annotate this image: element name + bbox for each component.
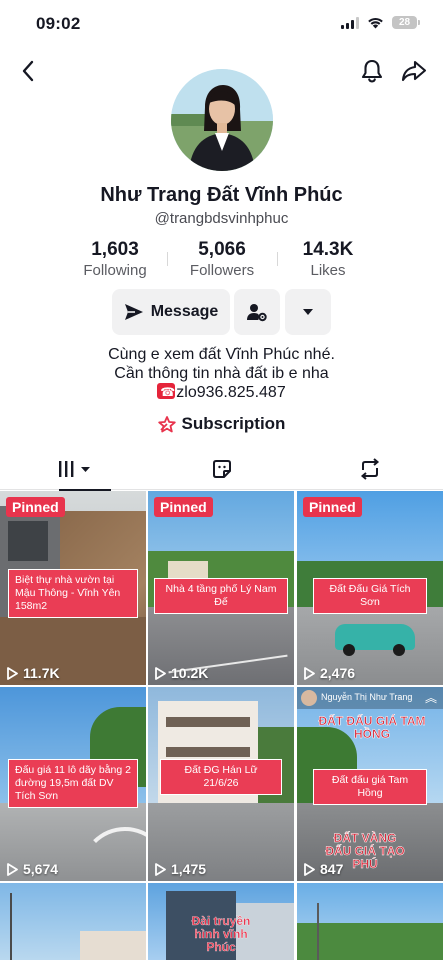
video-tile[interactable] [0, 883, 146, 960]
view-count-value: 2,476 [320, 665, 356, 681]
view-count: 847 [304, 861, 343, 877]
liked-icon [212, 460, 231, 478]
view-count-value: 1,475 [171, 861, 207, 877]
battery-icon: 28 [392, 16, 420, 29]
message-button-label: Message [150, 303, 219, 320]
subscription-star-icon [157, 415, 176, 432]
back-button[interactable] [12, 55, 44, 87]
creator-tag-bar: Nguyễn Thị Như Trang ︽ [297, 687, 443, 709]
view-count: 5,674 [7, 861, 58, 877]
chevron-up-icon: ︽ [424, 691, 437, 705]
video-caption: Đất đấu giá Tam Hồng [313, 769, 427, 805]
share-icon [401, 60, 427, 82]
video-tile[interactable]: Nguyễn Thị Như Trang ︽ ĐẤT ĐẤU GIÁ TAM H… [297, 687, 443, 881]
creator-tag-name: Nguyễn Thị Như Trang [321, 692, 413, 702]
send-icon [124, 304, 143, 320]
bio-line-3: zlo936.825.487 [0, 383, 443, 402]
repost-icon [360, 458, 379, 480]
video-tile[interactable]: Đất ĐG Hán Lữ 21/6/26 1,475 [148, 687, 294, 881]
battery-level: 28 [398, 17, 411, 28]
video-tile[interactable] [297, 883, 443, 960]
pinned-badge: Pinned [303, 497, 362, 517]
wifi-icon [368, 17, 383, 29]
view-count-value: 11.7K [23, 665, 60, 681]
following-stat[interactable]: 1,603 Following [60, 239, 170, 279]
avatar-small [301, 690, 317, 706]
avatar[interactable] [171, 69, 273, 171]
video-caption: Biệt thự nhà vườn tại Mậu Thông - Vĩnh Y… [8, 569, 138, 618]
subscription-label: Subscription [181, 414, 286, 433]
video-tile[interactable]: Pinned Nhà 4 tầng phố Lý Nam Đế 10.2K [148, 491, 294, 685]
creator-tag [248, 689, 294, 719]
play-icon [304, 666, 315, 680]
following-label: Following [83, 262, 147, 279]
profile-actions: Message [0, 289, 443, 335]
tab-liked[interactable] [148, 448, 295, 490]
followers-stat[interactable]: 5,066 Followers [167, 239, 277, 279]
play-icon [7, 666, 18, 680]
telephone-icon [157, 383, 176, 402]
video-stamp-title: ĐẤT ĐẤU GIÁ TAM HỒNG [318, 714, 426, 741]
followers-label: Followers [189, 262, 255, 279]
play-icon [7, 862, 18, 876]
user-gear-icon [247, 304, 267, 322]
profile-bio: Cùng e xem đất Vĩnh Phúc nhé. Cần thông … [0, 345, 443, 402]
video-tile[interactable]: Đấu giá 11 lô dãy bằng 2 đường 19,5m đất… [0, 687, 146, 881]
video-caption: Đài truyền hình vĩnh Phúc [191, 914, 251, 954]
view-count-value: 5,674 [23, 861, 59, 877]
video-caption: Đất ĐG Hán Lữ 21/6/26 [160, 759, 282, 795]
chevron-left-icon [22, 60, 34, 82]
share-button[interactable] [398, 55, 430, 87]
subscription-link[interactable]: Subscription [0, 414, 443, 434]
video-tile[interactable]: Pinned Đất Đấu Giá Tích Sơn 2,476 [297, 491, 443, 685]
bio-phone: zlo936.825.487 [176, 384, 286, 401]
view-count: 2,476 [304, 665, 355, 681]
view-count: 1,475 [155, 861, 206, 877]
view-count: 10.2K [155, 665, 208, 681]
notifications-button[interactable] [356, 55, 388, 87]
bio-line-2: Cần thông tin nhà đất ib e nha [114, 365, 329, 382]
pinned-badge: Pinned [154, 497, 213, 517]
view-count: 11.7K [7, 665, 60, 681]
video-caption: Đấu giá 11 lô dãy bằng 2 đường 19,5m đất… [8, 759, 138, 808]
play-icon [155, 666, 166, 680]
profile-stats: 1,603 Following 5,066 Followers 14.3K Li… [0, 239, 443, 281]
tab-videos[interactable] [0, 448, 147, 491]
tab-reposts[interactable] [296, 448, 443, 490]
more-options-button[interactable] [285, 289, 331, 335]
status-time: 09:02 [36, 14, 81, 33]
bio-line-1: Cùng e xem đất Vĩnh Phúc nhé. [108, 346, 335, 363]
follow-settings-button[interactable] [234, 289, 280, 335]
video-thumbnail [0, 883, 146, 960]
username: @trangbdsvinhphuc [154, 210, 289, 227]
message-button[interactable]: Message [112, 289, 230, 335]
view-count-value: 847 [320, 861, 344, 877]
video-caption: Nhà 4 tầng phố Lý Nam Đế [154, 578, 288, 614]
view-count-value: 10.2K [171, 665, 209, 681]
caret-down-icon [303, 309, 313, 315]
bell-icon [361, 59, 383, 83]
video-thumbnail [297, 883, 443, 960]
followers-count: 5,066 [198, 239, 246, 260]
likes-stat[interactable]: 14.3K Likes [273, 239, 383, 279]
display-name: Như Trang Đất Vĩnh Phúc [100, 184, 343, 206]
play-icon [155, 862, 166, 876]
status-icons: 28 [341, 16, 420, 29]
status-bar: 09:02 28 [0, 0, 443, 48]
grid-icon [58, 461, 90, 477]
video-tile[interactable]: Pinned Biệt thự nhà vườn tại Mậu Thông -… [0, 491, 146, 685]
video-caption: Đất Đấu Giá Tích Sơn [313, 578, 427, 614]
likes-label: Likes [310, 262, 346, 279]
following-count: 1,603 [91, 239, 139, 260]
cellular-signal-icon [341, 16, 359, 29]
video-tile[interactable]: Đài truyền hình vĩnh Phúc [148, 883, 294, 960]
play-icon [304, 862, 315, 876]
likes-count: 14.3K [302, 239, 354, 260]
pinned-badge: Pinned [6, 497, 65, 517]
avatar-image [171, 69, 273, 171]
content-tabs [0, 448, 443, 491]
